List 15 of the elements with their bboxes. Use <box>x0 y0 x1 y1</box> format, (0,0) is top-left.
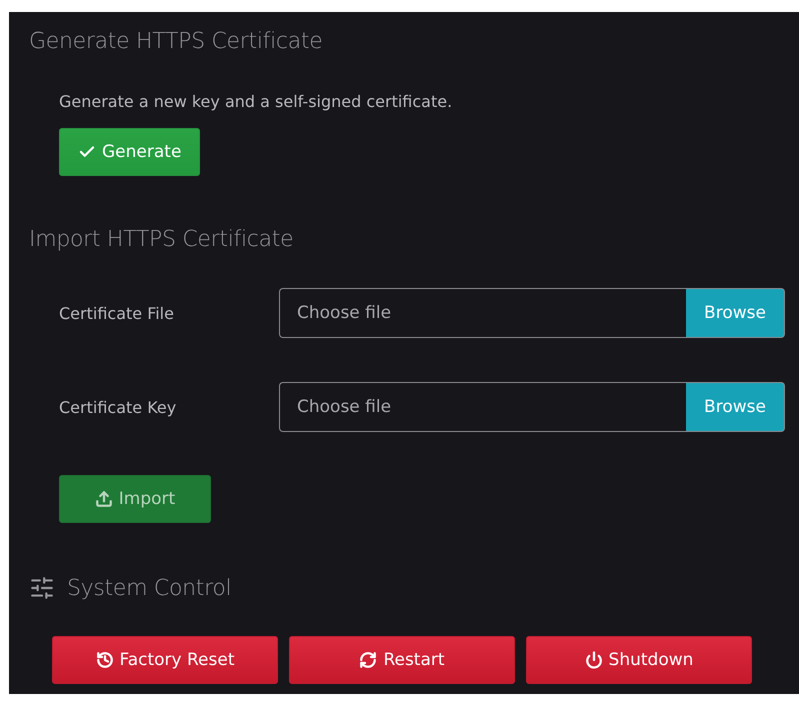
field-label: Certificate Key <box>59 398 178 416</box>
history-icon <box>96 651 114 669</box>
upload-icon <box>94 490 113 508</box>
section-description: Generate a new key and a self-signed certificate. <box>59 92 454 111</box>
field-label: Certificate File <box>59 304 175 322</box>
section-title: Import HTTPS Certificate <box>29 226 294 252</box>
system-button[interactable]: Restart <box>289 636 515 684</box>
sliders-icon <box>29 575 55 601</box>
section-title: Generate HTTPS Certificate <box>29 28 322 54</box>
system-button[interactable]: Factory Reset <box>52 636 278 684</box>
system-button[interactable]: Shutdown <box>526 636 752 684</box>
power-icon <box>584 651 603 669</box>
generate-button[interactable]: Generate <box>59 128 200 176</box>
refresh-icon <box>359 651 378 669</box>
section-title: System Control <box>67 576 232 600</box>
